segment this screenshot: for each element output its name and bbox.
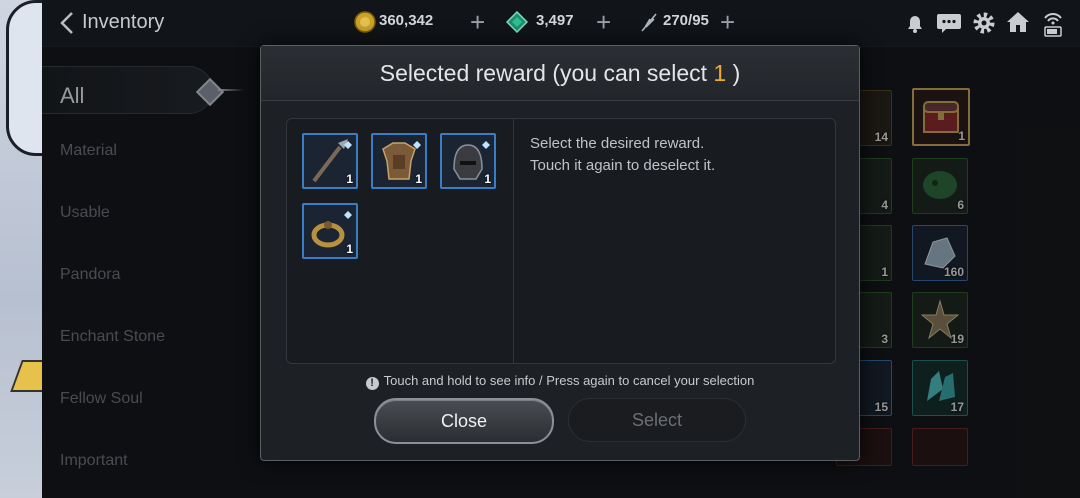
- reward-tile[interactable]: 1: [302, 133, 358, 189]
- page-title: Inventory: [82, 11, 165, 33]
- back-arrow-icon[interactable]: [58, 10, 78, 36]
- instruction-line: Select the desired reward.: [530, 135, 705, 152]
- reward-quantity: 1: [415, 172, 422, 186]
- info-icon: !: [365, 377, 379, 390]
- select-button[interactable]: Select: [568, 398, 746, 442]
- reward-quantity: 1: [484, 172, 491, 186]
- dialog-title-text: Selected reward (you can select: [379, 60, 714, 86]
- wifi-battery-icon: [1044, 13, 1062, 37]
- background-art-shape: [6, 0, 42, 156]
- gold-amount: 360,342: [379, 12, 434, 29]
- add-stamina-button[interactable]: +: [720, 7, 735, 37]
- reward-tile[interactable]: 1: [371, 133, 427, 189]
- reward-tile[interactable]: 1: [302, 203, 358, 259]
- add-gold-button[interactable]: +: [470, 7, 485, 37]
- reward-tile[interactable]: 1: [440, 133, 496, 189]
- top-bar: Inventory 360,342 + 3,497 + 270/95 +: [42, 0, 1080, 47]
- gold-coin-icon: [354, 11, 376, 33]
- feather-icon: [641, 13, 657, 32]
- reward-quantity: 1: [346, 242, 353, 256]
- chat-icon[interactable]: [936, 12, 962, 34]
- reward-quantity: 1: [346, 172, 353, 186]
- bell-icon[interactable]: [904, 12, 926, 34]
- reward-panel: 1 1 1 1 Select the desired reward. Touch…: [286, 118, 836, 364]
- dialog-header: Selected reward (you can select 1 ): [261, 46, 859, 101]
- instruction-line: Touch it again to deselect it.: [530, 157, 716, 174]
- reward-list: 1 1 1 1: [287, 119, 514, 363]
- selectable-count: 1: [713, 60, 727, 86]
- hint-text: ! Touch and hold to see info / Press agai…: [261, 373, 859, 390]
- gear-icon[interactable]: [972, 11, 996, 35]
- hint-label: Touch and hold to see info / Press again…: [383, 373, 755, 388]
- background-art-shape: [10, 360, 42, 392]
- reward-instructions: Select the desired reward. Touch it agai…: [530, 133, 715, 177]
- stamina-amount: 270/95: [663, 12, 709, 29]
- background-art: [0, 0, 42, 498]
- home-icon[interactable]: [1006, 10, 1030, 34]
- close-button[interactable]: Close: [374, 398, 554, 444]
- gem-amount: 3,497: [536, 12, 574, 29]
- dialog-title: Selected reward (you can select 1 ): [380, 60, 741, 86]
- dialog-title-suffix: ): [726, 60, 741, 86]
- gem-icon: [506, 11, 528, 33]
- add-gems-button[interactable]: +: [596, 7, 611, 37]
- reward-selection-dialog: Selected reward (you can select 1 ) 1 1 …: [260, 45, 860, 461]
